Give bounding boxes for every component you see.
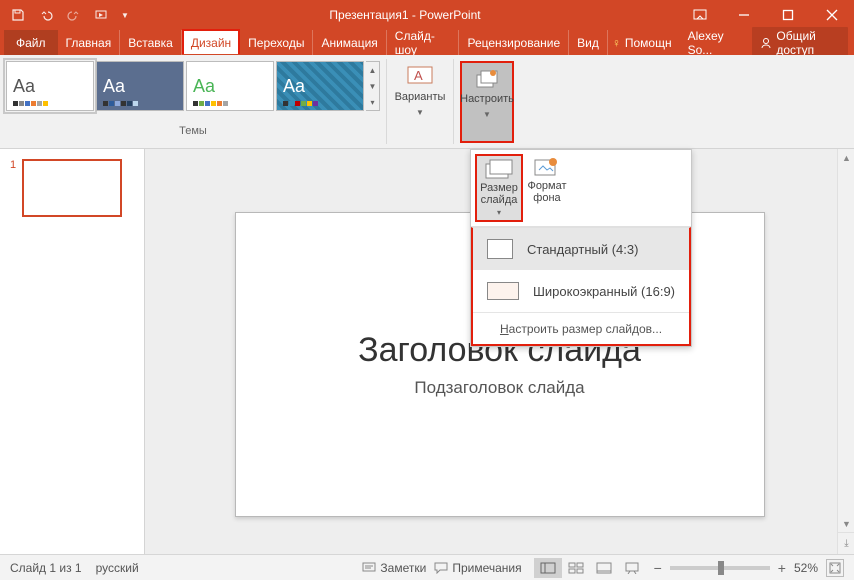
zoom-slider[interactable] — [670, 566, 770, 570]
variants-button[interactable]: A Варианты ▼ — [393, 61, 447, 119]
chevron-down-icon: ▼ — [483, 110, 491, 119]
normal-view-button[interactable] — [534, 558, 562, 578]
variants-icon: A — [406, 63, 434, 87]
window-controls — [678, 0, 854, 30]
tell-me-button[interactable]: ♀ Помощн — [608, 36, 676, 50]
ratio-4-3-icon — [487, 239, 513, 259]
customize-icon — [475, 69, 499, 89]
zoom-slider-handle[interactable] — [718, 561, 724, 575]
sorter-view-button[interactable] — [562, 558, 590, 578]
tab-insert[interactable]: Вставка — [120, 30, 182, 55]
themes-group-label: Темы — [6, 125, 380, 137]
variants-group: A Варианты ▼ — [387, 55, 453, 148]
size-option-standard[interactable]: Стандартный (4:3) — [473, 228, 689, 270]
share-button[interactable]: Общий доступ — [752, 27, 848, 59]
reading-view-button[interactable] — [590, 558, 618, 578]
tab-slideshow[interactable]: Слайд-шоу — [387, 30, 460, 55]
workspace: 1 Заголовок слайда Подзаголовок слайда ▲… — [0, 149, 854, 554]
status-bar: Слайд 1 из 1 русский Заметки Примечания … — [0, 554, 854, 580]
themes-gallery-expand[interactable]: ▲▼▾ — [366, 61, 380, 111]
tab-view[interactable]: Вид — [569, 30, 608, 55]
start-from-beginning-icon[interactable] — [90, 3, 114, 27]
size-option-widescreen[interactable]: Широкоэкранный (16:9) — [473, 270, 689, 312]
ribbon-design: Aa Aa Aa Aa ▲▼▾ Темы A Варианты ▼ — [0, 55, 854, 149]
notes-button[interactable]: Заметки — [362, 561, 426, 575]
tab-review[interactable]: Рецензирование — [459, 30, 569, 55]
zoom-in-button[interactable]: + — [778, 560, 786, 576]
fit-to-window-button[interactable] — [826, 559, 844, 577]
tab-animations[interactable]: Анимация — [313, 30, 386, 55]
slide-subtitle-placeholder[interactable]: Подзаголовок слайда — [414, 378, 584, 398]
tab-file[interactable]: Файл — [4, 30, 58, 55]
maximize-button[interactable] — [766, 0, 810, 30]
format-background-button[interactable]: Формат фона — [523, 154, 571, 222]
comments-icon — [434, 562, 448, 574]
customize-dropdown: Размер слайда ▾ Формат фона Стандартный … — [470, 149, 692, 347]
notes-icon — [362, 562, 376, 574]
redo-icon[interactable] — [62, 3, 86, 27]
theme-thumb-3[interactable]: Aa — [186, 61, 274, 111]
share-icon — [760, 37, 772, 49]
save-icon[interactable] — [6, 3, 30, 27]
slide-thumbnail-1[interactable] — [22, 159, 122, 217]
ribbon-tabs: Файл Главная Вставка Дизайн Переходы Ани… — [0, 30, 854, 55]
svg-text:A: A — [414, 68, 423, 83]
comments-button[interactable]: Примечания — [434, 561, 521, 575]
minimize-button[interactable] — [722, 0, 766, 30]
tab-transitions[interactable]: Переходы — [240, 30, 313, 55]
slide-thumbnails-panel: 1 — [0, 149, 145, 554]
format-background-icon — [533, 156, 561, 178]
lightbulb-icon: ♀ — [612, 36, 621, 50]
view-buttons — [534, 558, 646, 578]
user-account[interactable]: Alexey So... — [684, 29, 745, 57]
slideshow-view-button[interactable] — [618, 558, 646, 578]
theme-thumb-2[interactable]: Aa — [96, 61, 184, 111]
language-label[interactable]: русский — [96, 561, 139, 575]
vertical-scrollbar[interactable]: ▲ ▼ ⤓ — [837, 149, 854, 554]
theme-thumb-4[interactable]: Aa — [276, 61, 364, 111]
customize-group: Настроить ▼ — [454, 55, 520, 148]
slide-count-label: Слайд 1 из 1 — [10, 561, 82, 575]
slide-size-button[interactable]: Размер слайда ▾ — [475, 154, 523, 222]
customize-dropdown-buttons: Размер слайда ▾ Формат фона — [471, 150, 691, 227]
window-title: Презентация1 - PowerPoint — [132, 8, 678, 22]
slide-size-icon — [484, 158, 514, 180]
zoom-percent[interactable]: 52% — [794, 561, 818, 575]
qat-dropdown-icon[interactable]: ▼ — [118, 3, 132, 27]
ratio-16-9-icon — [487, 282, 519, 300]
slide-size-menu: Стандартный (4:3) Широкоэкранный (16:9) … — [471, 227, 691, 346]
theme-thumb-1[interactable]: Aa — [6, 61, 94, 111]
zoom-out-button[interactable]: − — [654, 560, 662, 576]
custom-slide-size-button[interactable]: Настроить размер слайдов... — [473, 312, 689, 344]
scroll-down-icon[interactable]: ▼ — [838, 515, 854, 532]
title-bar: ▼ Презентация1 - PowerPoint — [0, 0, 854, 30]
scroll-up-icon[interactable]: ▲ — [838, 149, 854, 166]
themes-group: Aa Aa Aa Aa ▲▼▾ Темы — [0, 55, 386, 148]
chevron-down-icon: ▼ — [416, 108, 424, 117]
customize-button[interactable]: Настроить ▼ — [460, 61, 514, 143]
tab-design[interactable]: Дизайн — [182, 29, 240, 54]
quick-access-toolbar: ▼ — [0, 0, 132, 30]
slide-number: 1 — [10, 159, 16, 217]
next-slide-icon[interactable]: ⤓ — [838, 532, 854, 554]
tab-home[interactable]: Главная — [58, 30, 121, 55]
ribbon-display-icon[interactable] — [678, 0, 722, 30]
close-button[interactable] — [810, 0, 854, 30]
undo-icon[interactable] — [34, 3, 58, 27]
